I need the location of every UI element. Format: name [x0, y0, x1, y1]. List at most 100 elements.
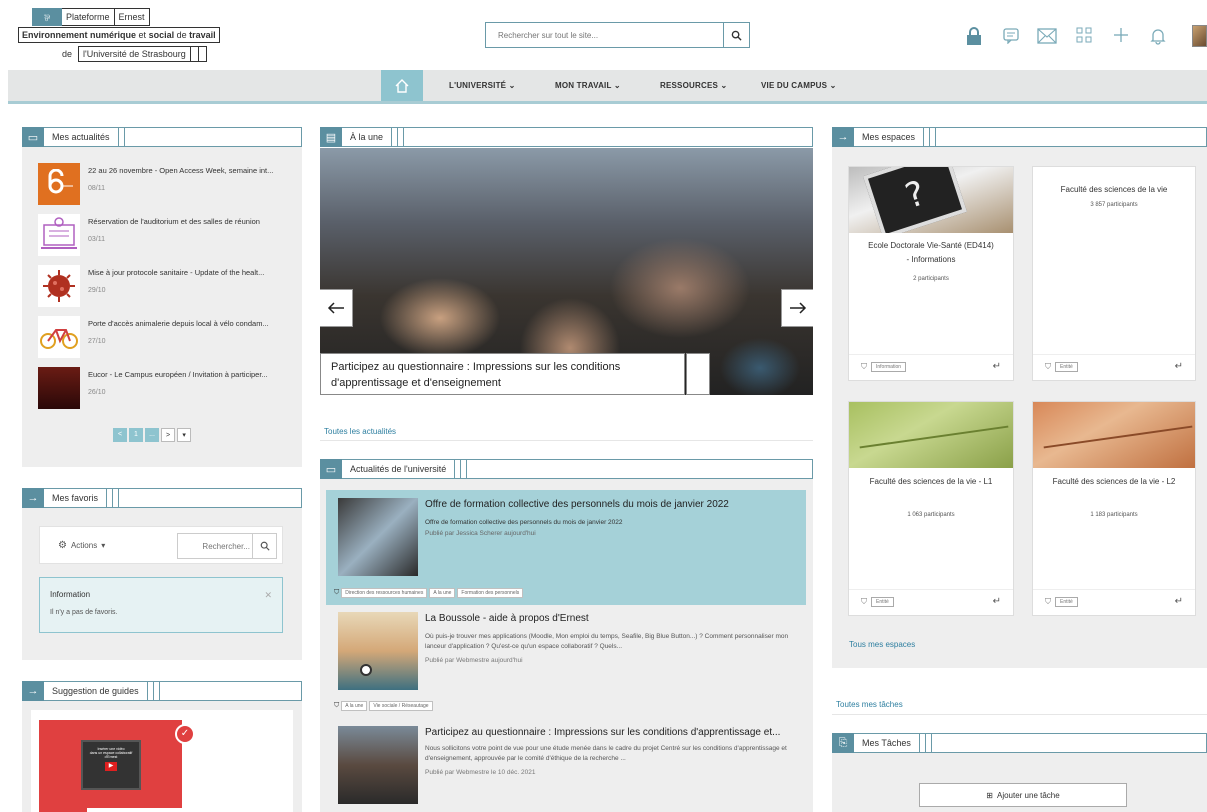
favoris-header: → Mes favoris	[22, 488, 302, 508]
news-title: Porte d'accès animalerie depuis local à …	[88, 319, 269, 328]
guide-card[interactable]: Insérer une vidéo dans un espace collabo…	[31, 710, 293, 812]
space-card-tag[interactable]: Entité	[871, 597, 894, 607]
tag[interactable]: A la une	[429, 588, 456, 598]
apps-grid-icon[interactable]	[1076, 27, 1092, 45]
bell-icon[interactable]	[1150, 27, 1166, 47]
news-thumbnail	[38, 163, 80, 205]
all-spaces-link[interactable]: Tous mes espaces	[849, 640, 915, 649]
space-card-image	[849, 402, 1013, 468]
space-card-tag[interactable]: Entité	[1055, 362, 1078, 372]
pager-prev[interactable]: <	[113, 428, 127, 442]
actions-dropdown[interactable]: ⚙ Actions ▾	[58, 540, 105, 551]
space-card[interactable]: Faculté des sciences de la vie - L2 1 18…	[1032, 401, 1196, 616]
tag-icon: ⛉	[334, 702, 340, 709]
space-card-title: Faculté des sciences de la vie - L2	[1052, 477, 1176, 486]
espaces-header: → Mes espaces	[832, 127, 1207, 147]
space-card-footer: ⛉ Entité ↵	[849, 589, 1013, 615]
uni-thumbnail	[338, 498, 418, 576]
chat-icon[interactable]	[1003, 28, 1019, 46]
nav-vie-du-campus[interactable]: VIE DU CAMPUS ⌄	[761, 81, 837, 90]
news-thumbnail	[38, 316, 80, 358]
espaces-title: Mes espaces	[854, 127, 925, 147]
uni-news-item-1[interactable]: Offre de formation collective des person…	[326, 490, 806, 605]
gear-icon: ⚙	[58, 540, 67, 551]
une-header: ▤ À la une	[320, 127, 813, 147]
guides-header: → Suggestion de guides	[22, 681, 302, 701]
home-icon	[395, 78, 409, 93]
guides-title: Suggestion de guides	[44, 681, 148, 701]
pager-menu[interactable]: ▾	[177, 428, 192, 442]
tag-icon: ⛉	[861, 597, 867, 606]
space-card-tag[interactable]: Information	[871, 362, 907, 372]
uni-news-title: Participez au questionnaire : Impression…	[425, 727, 781, 738]
chevron-down-icon: ⌄	[720, 81, 728, 90]
nav-universite[interactable]: L'UNIVERSITÉ ⌄	[449, 81, 516, 90]
uni-news-subtitle: Nous sollicitons votre point de vue pour…	[425, 745, 787, 762]
favoris-toolbar: ⚙ Actions ▾	[39, 526, 283, 564]
logo-line3: de l'Université de Strasbourg	[56, 46, 207, 62]
uni-news-subtitle: Où puis-je trouver mes applications (Moo…	[425, 633, 789, 650]
all-news-link[interactable]: Toutes les actualités	[324, 427, 396, 436]
nav-ressources[interactable]: RESSOURCES ⌄	[660, 81, 727, 90]
carousel-prev[interactable]	[320, 289, 353, 327]
logo-name: Ernest	[114, 8, 150, 26]
pager-next[interactable]: >	[161, 428, 176, 442]
add-task-button[interactable]: ⊞ Ajouter une tâche	[919, 783, 1127, 807]
pager-page-1[interactable]: 1	[129, 428, 143, 442]
book-icon: ▭	[22, 127, 44, 147]
uni-news-item-3[interactable]: Participez au questionnaire : Impression…	[326, 722, 806, 812]
tag-icon: ⛉	[1045, 362, 1051, 371]
favoris-search	[177, 533, 277, 559]
favoris-search-input[interactable]	[178, 534, 250, 558]
tag[interactable]: Direction des ressources humaines	[341, 588, 428, 598]
enter-icon[interactable]: ↵	[993, 361, 1001, 372]
space-card[interactable]: Faculté des sciences de la vie - L1 1 06…	[848, 401, 1014, 616]
badge-check-icon: ✓	[175, 724, 195, 744]
mail-icon[interactable]	[1037, 28, 1057, 46]
carousel-caption[interactable]: Participez au questionnaire : Impression…	[320, 353, 710, 395]
space-card-footer: ⛉ Entité ↵	[1033, 354, 1195, 380]
tag[interactable]: A la une	[341, 701, 368, 711]
space-card[interactable]: ? Ecole Doctorale Vie-Santé (ED414) - In…	[848, 166, 1014, 381]
carousel-next[interactable]	[781, 289, 813, 327]
favoris-search-button[interactable]	[252, 534, 276, 558]
space-card-participants: 2 participants	[913, 276, 949, 282]
tag[interactable]: Formation des personnels	[457, 588, 524, 598]
news-title: Eucor - Le Campus européen / Invitation …	[88, 370, 268, 379]
uni-thumbnail	[338, 726, 418, 804]
news-thumbnail	[38, 265, 80, 307]
actus-header: ▭ Mes actualités	[22, 127, 302, 147]
close-icon[interactable]: ✕	[264, 590, 272, 601]
news-title: 22 au 26 novembre - Open Access Week, se…	[88, 166, 274, 175]
all-tasks-link[interactable]: Toutes mes tâches	[836, 700, 903, 709]
enter-icon[interactable]: ↵	[1175, 596, 1183, 607]
uni-thumbnail	[338, 612, 418, 690]
pager-dots[interactable]: ...	[145, 428, 159, 442]
enter-icon[interactable]: ↵	[993, 596, 1001, 607]
space-card-title: Faculté des sciences de la vie - L1	[869, 477, 993, 486]
taches-title: Mes Tâches	[854, 733, 920, 753]
logo[interactable]: ⅌ Plateforme Ernest Environnement numéri…	[14, 8, 264, 64]
enter-icon[interactable]: ↵	[1175, 361, 1183, 372]
avatar[interactable]	[1192, 25, 1207, 47]
uni-news-tags: ⛉ Direction des ressources humaines A la…	[334, 588, 524, 598]
favoris-info-alert: Information ✕ Il n'y a pas de favoris.	[39, 577, 283, 633]
nav-mon-travail[interactable]: MON TRAVAIL ⌄	[555, 81, 621, 90]
space-card[interactable]: Faculté des sciences de la vie 3 857 par…	[1032, 166, 1196, 381]
uni-news-author: Publié par Webmestre le 10 déc. 2021	[425, 769, 536, 776]
header: ⅌ Plateforme Ernest Environnement numéri…	[0, 0, 1207, 68]
news-thumbnail	[38, 214, 80, 256]
arrow-right-icon	[789, 302, 806, 314]
home-button[interactable]	[381, 70, 423, 101]
site-search-input[interactable]	[486, 23, 722, 47]
space-card-tag[interactable]: Entité	[1055, 597, 1078, 607]
uni-news-item-2[interactable]: La Boussole - aide à propos d'Ernest Où …	[326, 608, 806, 715]
plus-icon[interactable]	[1112, 26, 1130, 46]
tag[interactable]: Vie sociale / Réseautage	[369, 701, 433, 711]
une-title: À la une	[342, 127, 393, 147]
space-card-image: ?	[849, 167, 1013, 233]
lock-icon[interactable]	[966, 26, 982, 48]
main-nav: L'UNIVERSITÉ ⌄ MON TRAVAIL ⌄ RESSOURCES …	[8, 70, 1207, 104]
caret-down-icon: ▾	[101, 541, 106, 550]
search-button[interactable]	[723, 23, 749, 47]
